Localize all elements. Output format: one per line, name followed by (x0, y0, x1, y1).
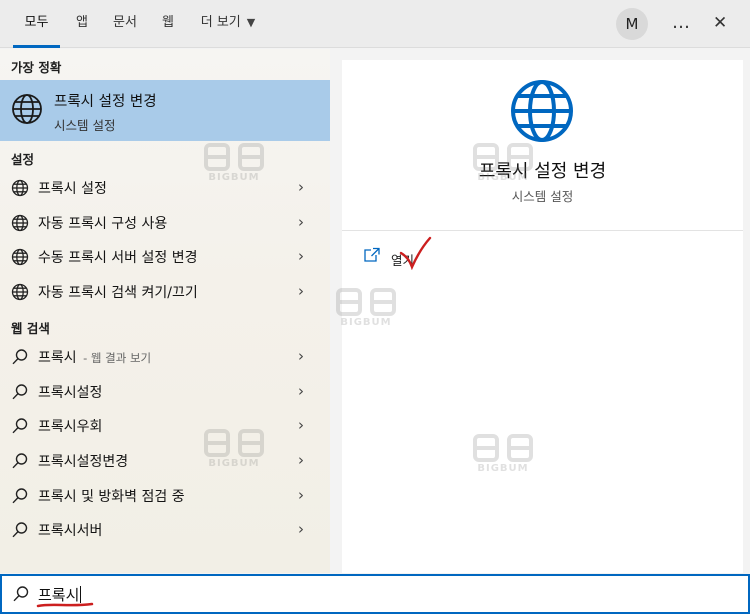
search-icon (12, 522, 28, 538)
web-item-label: 프록시설정 (38, 385, 103, 401)
open-icon[interactable] (363, 247, 381, 263)
settings-item-auto-proxy-config[interactable]: 자동 프록시 구성 사용 › (0, 206, 330, 240)
globe-icon (11, 283, 29, 301)
search-icon (12, 418, 28, 434)
chevron-right-icon[interactable]: › (298, 178, 304, 196)
check-mark-annotation (399, 236, 432, 270)
search-icon (12, 349, 28, 365)
chevron-right-icon[interactable]: › (298, 416, 304, 434)
best-match-subtitle: 시스템 설정 (54, 118, 116, 133)
more-options-icon[interactable]: … (672, 9, 690, 37)
web-item-label: 프록시우회 (38, 419, 103, 435)
avatar[interactable]: M (616, 8, 648, 40)
chevron-right-icon[interactable]: › (298, 486, 304, 504)
top-bar: 모두 앱 문서 웹 더 보기 ▼ M … ✕ (0, 0, 750, 48)
settings-item-manual-proxy[interactable]: 수동 프록시 서버 설정 변경 › (0, 240, 330, 274)
results-panel: 가장 정확 프록시 설정 변경 시스템 설정 설정 프록시 설정 › 자동 프록… (0, 49, 330, 573)
web-item-label: 프록시 및 방화벽 점검 중 (38, 489, 185, 505)
chevron-right-icon[interactable]: › (298, 520, 304, 538)
chevron-right-icon[interactable]: › (298, 451, 304, 469)
globe-icon (11, 248, 29, 266)
search-icon (12, 453, 28, 469)
web-search-heading: 웹 검색 (11, 321, 50, 336)
close-icon[interactable]: ✕ (713, 9, 727, 37)
chevron-down-icon: ▼ (246, 16, 256, 29)
settings-item-label: 자동 프록시 구성 사용 (38, 216, 168, 232)
search-icon (13, 586, 29, 602)
settings-item-label: 수동 프록시 서버 설정 변경 (38, 250, 198, 266)
globe-icon (511, 80, 573, 142)
watermark: BIGBUM (203, 142, 265, 186)
best-match-heading: 가장 정확 (11, 60, 62, 75)
search-icon (12, 384, 28, 400)
tab-more-label: 더 보기 (200, 15, 241, 30)
watermark-text: BIGBUM (477, 172, 529, 183)
web-item-proxy[interactable]: 프록시 - 웹 결과 보기 › (0, 340, 330, 374)
web-item[interactable]: 프록시설정변경 › (0, 444, 330, 478)
best-match-title: 프록시 설정 변경 (54, 94, 157, 110)
web-item[interactable]: 프록시설정 › (0, 375, 330, 409)
detail-title: 프록시 설정 변경 (478, 161, 607, 182)
web-item[interactable]: 프록시우회 › (0, 409, 330, 443)
settings-item-proxy-settings[interactable]: 프록시 설정 › (0, 171, 330, 205)
underline-annotation (36, 602, 94, 608)
web-item-label: 프록시설정변경 (38, 454, 129, 470)
web-item-label: 프록시 - 웹 결과 보기 (38, 347, 151, 367)
web-item-suffix: - 웹 결과 보기 (83, 351, 152, 365)
settings-heading: 설정 (11, 152, 35, 167)
detail-subtitle: 시스템 설정 (511, 189, 574, 204)
watermark-text: BIGBUM (340, 317, 392, 328)
tab-all[interactable]: 모두 (13, 0, 60, 48)
watermark: BIGBUM (472, 433, 534, 477)
divider (342, 230, 743, 231)
tab-more[interactable]: 더 보기 ▼ (194, 0, 262, 48)
chevron-right-icon[interactable]: › (298, 282, 304, 300)
watermark-text: BIGBUM (477, 463, 529, 474)
chevron-right-icon[interactable]: › (298, 347, 304, 365)
best-match-item[interactable]: 프록시 설정 변경 시스템 설정 (0, 80, 330, 141)
search-icon (12, 488, 28, 504)
settings-item-label: 프록시 설정 (38, 181, 107, 197)
tab-web[interactable]: 웹 (154, 0, 182, 48)
watermark-text: BIGBUM (208, 458, 260, 469)
watermark: BIGBUM (335, 287, 397, 331)
globe-icon (11, 179, 29, 197)
web-item-label: 프록시서버 (38, 523, 103, 539)
watermark: BIGBUM (203, 428, 265, 472)
chevron-right-icon[interactable]: › (298, 247, 304, 265)
detail-panel: 프록시 설정 변경 시스템 설정 열기 (342, 60, 743, 573)
search-box[interactable]: 프록시 (0, 574, 750, 614)
tab-apps[interactable]: 앱 (68, 0, 96, 48)
chevron-right-icon[interactable]: › (298, 382, 304, 400)
web-item[interactable]: 프록시 및 방화벽 점검 중 › (0, 479, 330, 513)
watermark-text: BIGBUM (208, 172, 260, 183)
globe-icon (12, 94, 42, 124)
watermark: BIGBUM (472, 142, 534, 186)
settings-item-label: 자동 프록시 검색 켜기/끄기 (38, 285, 198, 301)
web-item[interactable]: 프록시서버 › (0, 513, 330, 547)
globe-icon (11, 214, 29, 232)
chevron-right-icon[interactable]: › (298, 213, 304, 231)
web-item-query: 프록시 (38, 350, 77, 366)
settings-item-auto-detect[interactable]: 자동 프록시 검색 켜기/끄기 › (0, 275, 330, 309)
tab-documents[interactable]: 문서 (105, 0, 145, 48)
